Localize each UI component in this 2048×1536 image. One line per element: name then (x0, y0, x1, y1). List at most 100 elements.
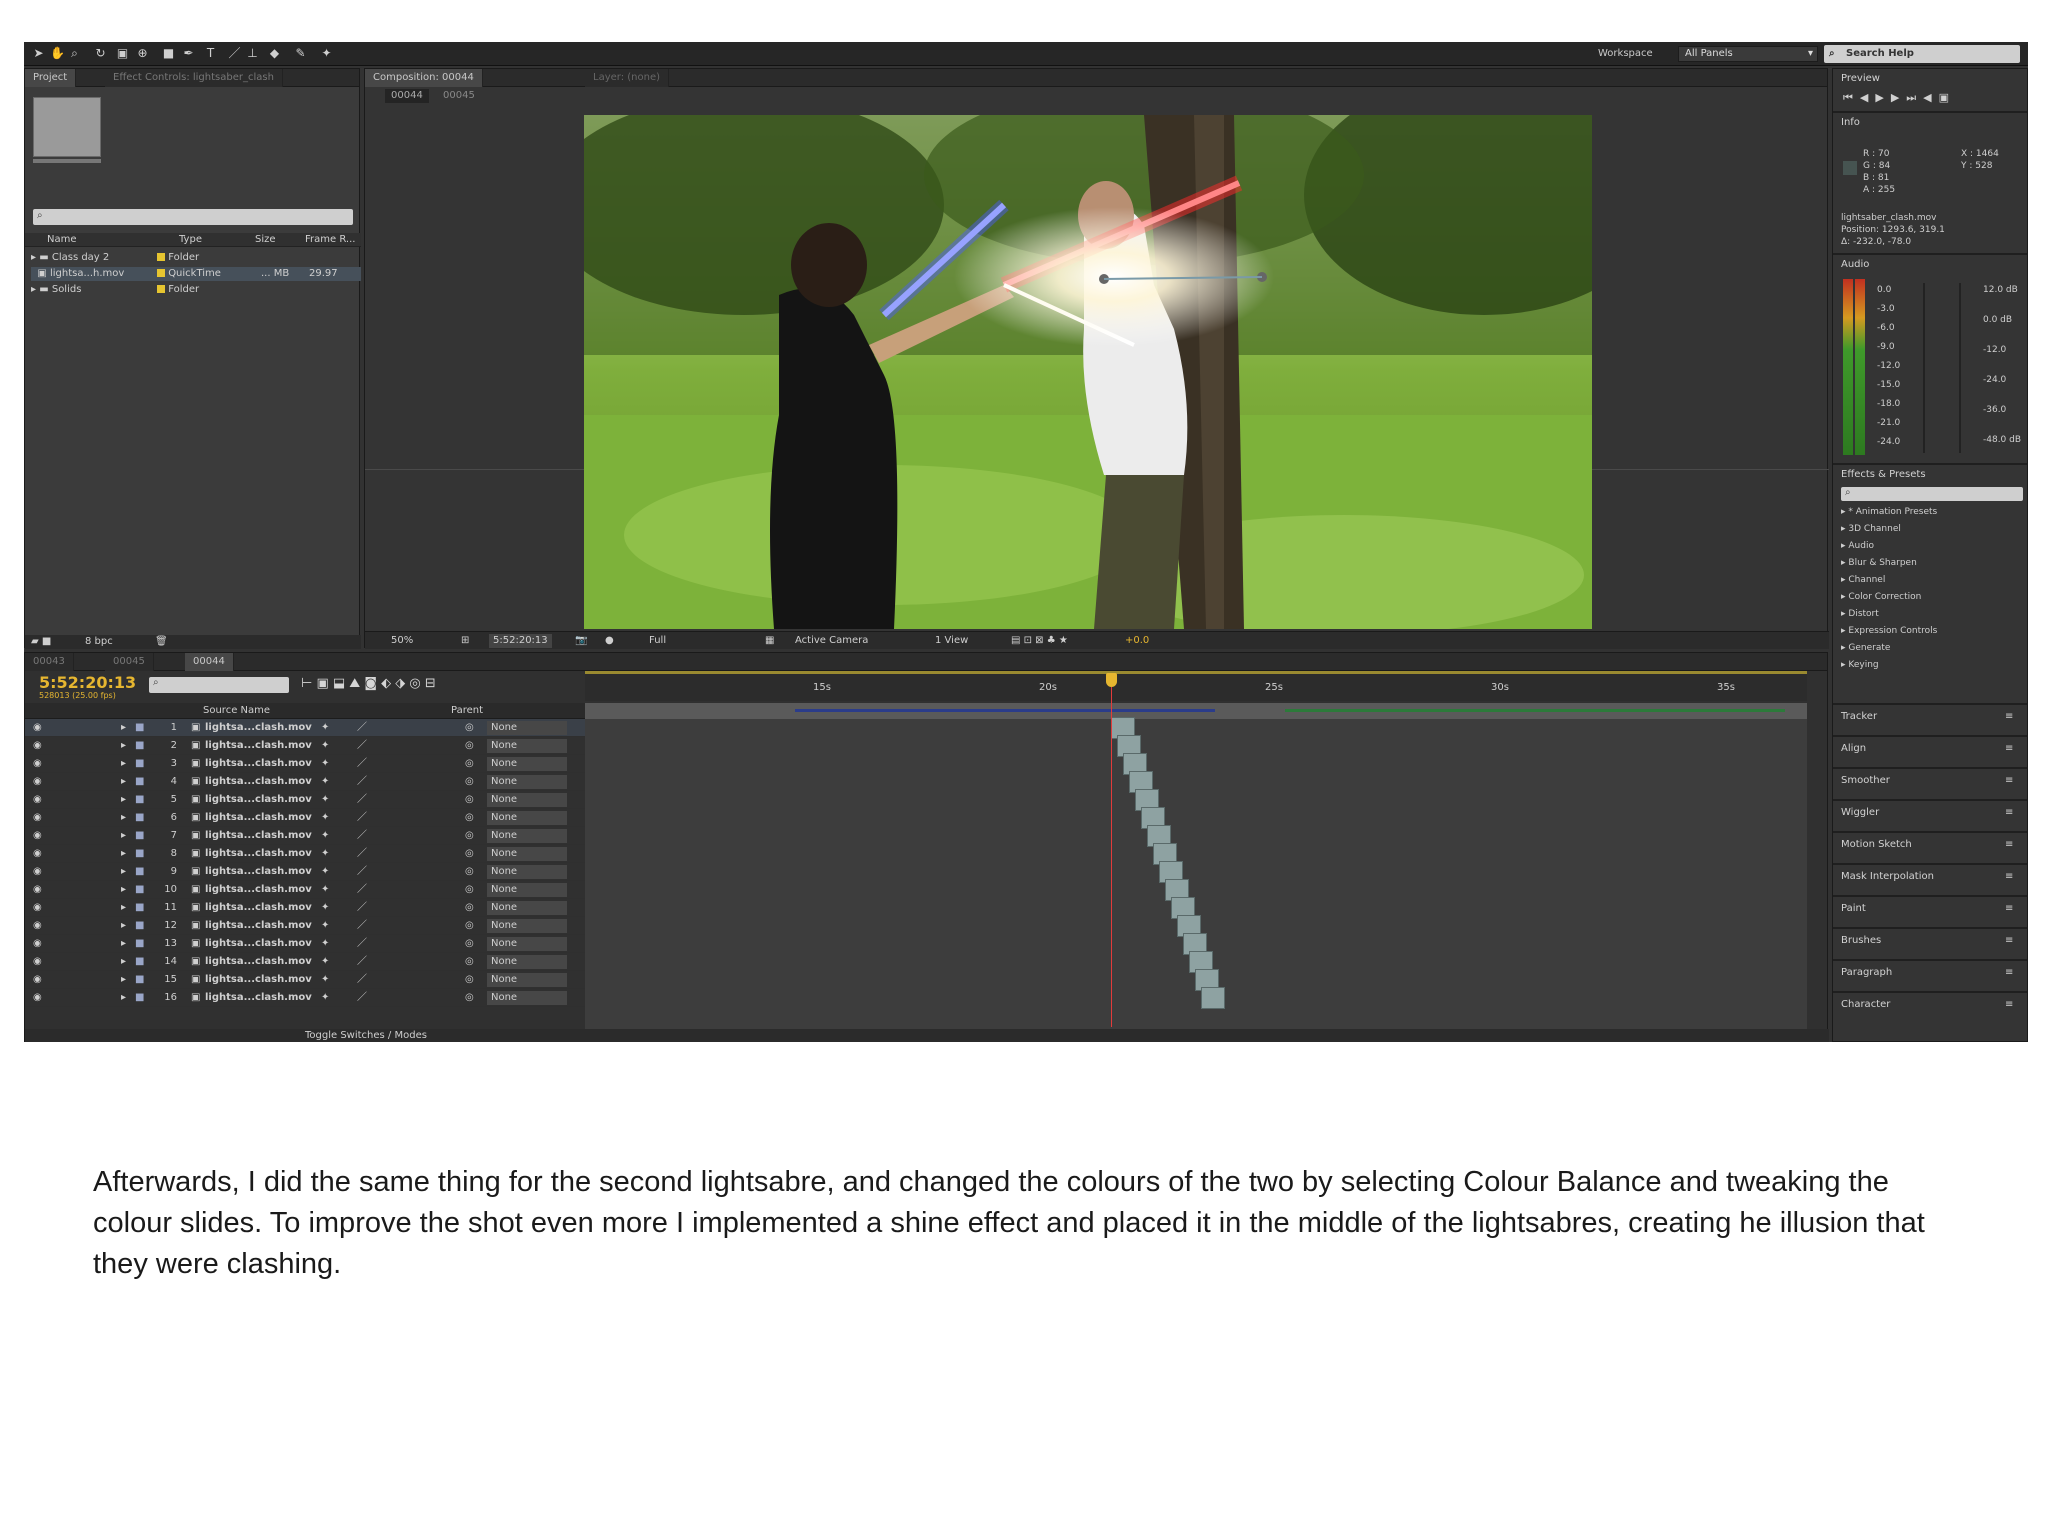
collapsed-panel-title[interactable]: Motion Sketch (1841, 837, 1912, 853)
label-color-icon[interactable]: ■ (135, 791, 144, 809)
effects-category[interactable]: ▸ Expression Controls (1841, 624, 1937, 638)
quality-switch-icon[interactable]: ／ (357, 791, 367, 809)
panel-menu-icon[interactable]: ≡ (2005, 869, 2013, 885)
audio-slider-track[interactable] (1923, 283, 1925, 453)
tab-comp-00043[interactable]: 00043 (25, 653, 74, 671)
layer-row[interactable]: ◉ ▸ ■ 1 ▣ lightsa...clash.mov ✦ ／ ◎ None (25, 719, 585, 737)
layer-row[interactable]: ◉ ▸ ■ 12 ▣ lightsa...clash.mov ✦ ／ ◎ None (25, 917, 585, 935)
label-color-icon[interactable]: ■ (135, 809, 144, 827)
shy-icon[interactable]: ✦ (321, 737, 329, 755)
trash-icon[interactable]: 🗑 (155, 635, 168, 649)
shy-icon[interactable]: ✦ (321, 935, 329, 953)
expand-icon[interactable]: ▸ (121, 791, 126, 809)
pickwhip-icon[interactable]: ◎ (465, 863, 474, 881)
parent-dropdown[interactable]: None (487, 919, 567, 933)
effects-presets-title[interactable]: Effects & Presets (1841, 467, 1926, 483)
label-color-icon[interactable]: ■ (135, 719, 144, 737)
view-options-icons[interactable]: ▤ ⊡ ⊠ ♣ ★ (1011, 634, 1068, 648)
type-tool-icon[interactable]: T (204, 47, 217, 60)
effects-search-input[interactable]: ⌕ (1841, 487, 2023, 501)
audio-panel-title[interactable]: Audio (1841, 257, 1869, 273)
zoom-tool-icon[interactable]: ⌕ (68, 47, 81, 60)
quality-switch-icon[interactable]: ／ (357, 989, 367, 1007)
pickwhip-icon[interactable]: ◎ (465, 971, 474, 989)
shy-icon[interactable]: ✦ (321, 989, 329, 1007)
collapsed-panel-title[interactable]: Brushes (1841, 933, 1881, 949)
quality-switch-icon[interactable]: ／ (357, 827, 367, 845)
exposure-value[interactable]: +0.0 (1125, 634, 1149, 648)
resolution-dropdown[interactable]: Full (649, 634, 666, 648)
layer-bar[interactable] (1201, 987, 1225, 1009)
eye-icon[interactable]: ◉ (33, 845, 42, 863)
expand-icon[interactable]: ▸ (121, 899, 126, 917)
eye-icon[interactable]: ◉ (33, 809, 42, 827)
selection-tool-icon[interactable]: ➤ (32, 47, 45, 60)
expand-icon[interactable]: ▸ (121, 809, 126, 827)
shy-icon[interactable]: ✦ (321, 971, 329, 989)
tab-project[interactable]: Project (25, 69, 77, 87)
quality-switch-icon[interactable]: ／ (357, 971, 367, 989)
label-color-icon[interactable]: ■ (135, 917, 144, 935)
breadcrumb-comp-b[interactable]: 00045 (443, 89, 475, 103)
shy-icon[interactable]: ✦ (321, 773, 329, 791)
col-size[interactable]: Size (255, 233, 276, 247)
panel-menu-icon[interactable]: ≡ (2005, 741, 2013, 757)
parent-dropdown[interactable]: None (487, 883, 567, 897)
expand-icon[interactable]: ▸ (121, 719, 126, 737)
panel-menu-icon[interactable]: ≡ (2005, 709, 2013, 725)
effects-category[interactable]: ▸ * Animation Presets (1841, 505, 1937, 519)
collapsed-panel-title[interactable]: Wiggler (1841, 805, 1879, 821)
roto-brush-tool-icon[interactable]: ✎ (294, 47, 307, 60)
pickwhip-icon[interactable]: ◎ (465, 899, 474, 917)
preview-panel-title[interactable]: Preview (1841, 71, 1880, 87)
parent-dropdown[interactable]: None (487, 829, 567, 843)
expand-icon[interactable]: ▸ (121, 827, 126, 845)
label-color-icon[interactable]: ■ (135, 899, 144, 917)
eye-icon[interactable]: ◉ (33, 719, 42, 737)
eye-icon[interactable]: ◉ (33, 827, 42, 845)
layer-source-name[interactable]: lightsa...clash.mov (205, 935, 312, 953)
pan-behind-tool-icon[interactable]: ⊕ (136, 47, 149, 60)
eye-icon[interactable]: ◉ (33, 953, 42, 971)
label-color-icon[interactable]: ■ (135, 953, 144, 971)
effects-category[interactable]: ▸ 3D Channel (1841, 522, 1901, 536)
collapsed-panel-title[interactable]: Character (1841, 997, 1890, 1013)
composition-viewer-frame[interactable] (584, 115, 1592, 629)
camera-tool-icon[interactable]: ▣ (116, 47, 129, 60)
layer-source-name[interactable]: lightsa...clash.mov (205, 917, 312, 935)
label-color-icon[interactable]: ■ (135, 737, 144, 755)
layer-row[interactable]: ◉ ▸ ■ 8 ▣ lightsa...clash.mov ✦ ／ ◎ None (25, 845, 585, 863)
collapsed-panel-title[interactable]: Smoother (1841, 773, 1890, 789)
tab-comp-00044[interactable]: 00044 (185, 653, 234, 671)
list-item[interactable]: ▸ ▬ Solids (31, 283, 81, 297)
layer-source-name[interactable]: lightsa...clash.mov (205, 953, 312, 971)
layer-row[interactable]: ◉ ▸ ■ 15 ▣ lightsa...clash.mov ✦ ／ ◎ None (25, 971, 585, 989)
layer-source-name[interactable]: lightsa...clash.mov (205, 737, 312, 755)
shy-icon[interactable]: ✦ (321, 809, 329, 827)
layer-source-name[interactable]: lightsa...clash.mov (205, 791, 312, 809)
col-name[interactable]: Name (47, 233, 77, 247)
label-color-icon[interactable]: ■ (135, 863, 144, 881)
pickwhip-icon[interactable]: ◎ (465, 755, 474, 773)
search-help-input[interactable]: ⌕ Search Help (1824, 45, 2020, 63)
collapsed-panel-title[interactable]: Mask Interpolation (1841, 869, 1934, 885)
quality-switch-icon[interactable]: ／ (357, 773, 367, 791)
layer-row[interactable]: ◉ ▸ ■ 5 ▣ lightsa...clash.mov ✦ ／ ◎ None (25, 791, 585, 809)
eye-icon[interactable]: ◉ (33, 791, 42, 809)
breadcrumb-comp-a[interactable]: 00044 (385, 89, 429, 103)
expand-icon[interactable]: ▸ (121, 737, 126, 755)
label-color-icon[interactable]: ■ (135, 845, 144, 863)
layer-source-name[interactable]: lightsa...clash.mov (205, 899, 312, 917)
col-frame-rate[interactable]: Frame R... (305, 233, 355, 247)
mask-tool-icon[interactable]: ■ (162, 47, 175, 60)
transparency-grid-icon[interactable]: ▦ (765, 634, 774, 648)
layer-source-name[interactable]: lightsa...clash.mov (205, 773, 312, 791)
eye-icon[interactable]: ◉ (33, 755, 42, 773)
expand-icon[interactable]: ▸ (121, 881, 126, 899)
expand-icon[interactable]: ▸ (121, 917, 126, 935)
shy-icon[interactable]: ✦ (321, 827, 329, 845)
quality-switch-icon[interactable]: ／ (357, 719, 367, 737)
layer-source-name[interactable]: lightsa...clash.mov (205, 827, 312, 845)
layer-source-name[interactable]: lightsa...clash.mov (205, 863, 312, 881)
layer-source-name[interactable]: lightsa...clash.mov (205, 755, 312, 773)
